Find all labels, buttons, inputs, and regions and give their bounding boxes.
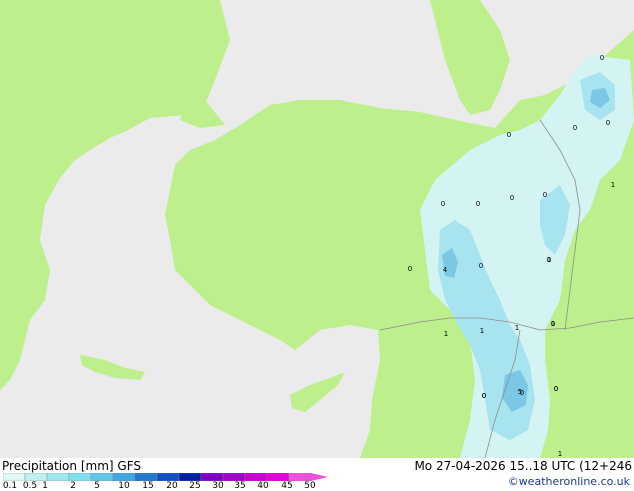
contour-label: 5	[518, 388, 522, 396]
contour-label: 4	[443, 266, 448, 274]
contour-label: 1	[480, 327, 484, 335]
contour-label: 0	[547, 256, 551, 264]
scale-swatch	[222, 473, 246, 481]
scale-swatch	[266, 473, 290, 481]
contour-label: 1	[551, 320, 555, 328]
contour-label: 0	[476, 200, 480, 208]
contour-label: 0	[510, 194, 514, 202]
contour-label: 0	[441, 200, 445, 208]
contour-label: 1	[444, 330, 448, 338]
contour-label: 1	[611, 181, 615, 189]
scale-swatch	[178, 473, 202, 481]
contour-label: 0	[482, 392, 486, 400]
map-canvas: 00 00 00000 000111 140 01105001	[0, 0, 634, 458]
scale-swatch	[68, 473, 92, 481]
scale-swatch	[112, 473, 136, 481]
scale-arrow	[311, 473, 328, 481]
scale-swatch	[288, 473, 312, 481]
contour-label: 0	[600, 54, 604, 62]
contour-label: 0	[606, 119, 610, 127]
color-scale-bar	[3, 473, 328, 481]
contour-label: 1	[558, 450, 562, 458]
map-title: Precipitation [mm] GFS	[2, 459, 141, 473]
credit-text: ©weatheronline.co.uk	[507, 475, 630, 488]
scale-swatch	[200, 473, 224, 481]
contour-label: 0	[554, 385, 558, 393]
contour-label: 0	[479, 262, 483, 270]
valid-time: Mo 27-04-2026 15..18 UTC (12+246	[414, 459, 632, 473]
contour-label: 0	[507, 131, 511, 139]
scale-swatch	[90, 473, 114, 481]
scale-swatch	[46, 473, 70, 481]
map-title-text: Precipitation [mm]	[2, 459, 114, 473]
scale-swatch	[134, 473, 158, 481]
scale-swatch	[156, 473, 180, 481]
contour-label: 0	[408, 265, 412, 273]
scale-swatch	[3, 473, 26, 481]
scale-swatch	[24, 473, 48, 481]
model-name: GFS	[117, 459, 141, 473]
map-footer: Precipitation [mm] GFS Mo 27-04-2026 15.…	[0, 458, 634, 491]
contour-label: 0	[543, 191, 547, 199]
scale-swatch	[244, 473, 268, 481]
contour-label: 1	[515, 324, 519, 332]
contour-label: 0	[573, 124, 577, 132]
precipitation-map: 00000000000011114001105001	[0, 0, 634, 458]
